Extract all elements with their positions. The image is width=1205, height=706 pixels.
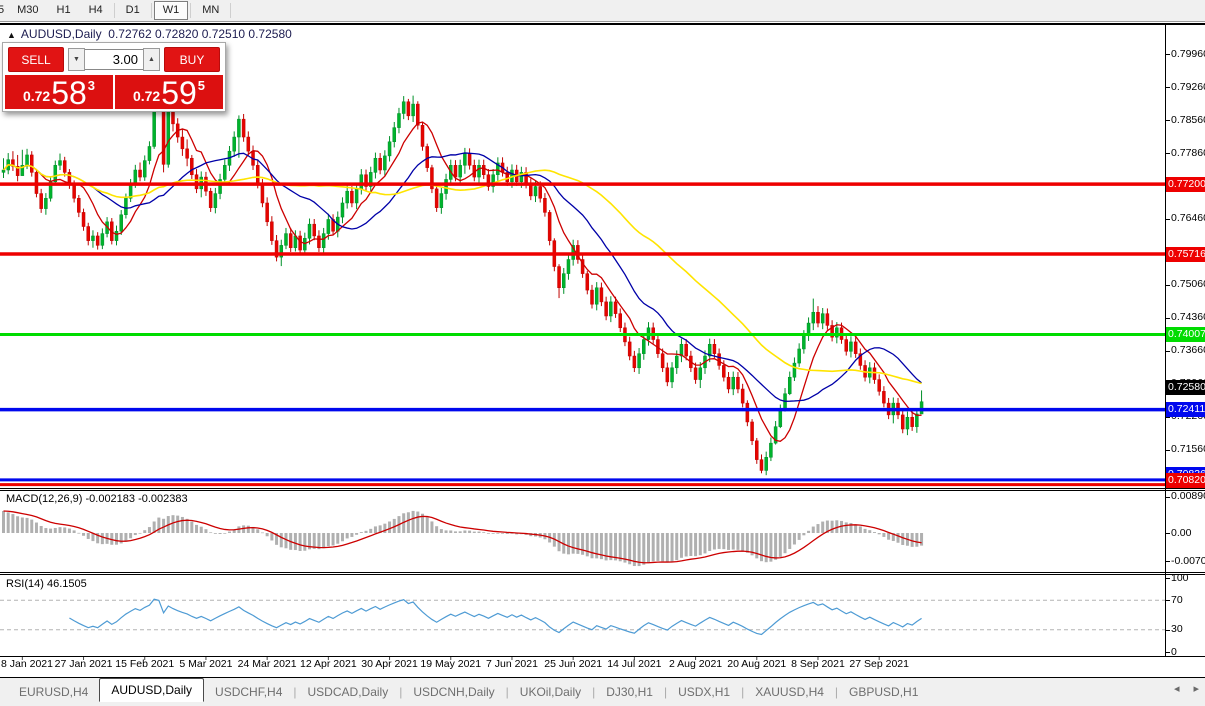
tab-scroll-nav: ◂ ▸ (1174, 684, 1199, 695)
rsi-value: 46.1505 (46, 578, 87, 590)
macd-panel-top-border (0, 490, 1205, 491)
timeframe-button-h1[interactable]: H1 (48, 1, 80, 20)
chart-tab-gbpusd-h1[interactable]: GBPUSD,H1 (838, 682, 929, 702)
timeframe-button-h4[interactable]: H4 (80, 1, 112, 20)
toolbar-separator (190, 3, 192, 18)
timeframe-button-m30[interactable]: M30 (8, 1, 47, 20)
volume-input[interactable] (85, 49, 143, 70)
trading-platform-window: 5 M30 H1 H4 D1 W1 MN ▲ AUDUSD,Daily 0.72762 0.7… (0, 0, 1205, 706)
collapse-panel-icon[interactable]: ▲ (7, 30, 16, 40)
main-chart-bottom-border (0, 488, 1205, 489)
caret-down-icon: ▼ (73, 56, 80, 63)
sell-price-prefix: 0.72 (22, 88, 51, 104)
volume-increase-button[interactable]: ▲ (143, 48, 160, 71)
buy-button[interactable]: BUY (164, 47, 220, 72)
timeframe-toolbar: 5 M30 H1 H4 D1 W1 MN (0, 0, 1205, 22)
chart-tab-xauusd-h4[interactable]: XAUUSD,H4 (744, 682, 835, 702)
chart-tab-usdcnh-daily[interactable]: USDCNH,Daily (402, 682, 505, 702)
buy-price-big-digits: 59 (161, 75, 197, 111)
toolbar-separator (230, 3, 232, 18)
macd-indicator-label: MACD(12,26,9) -0.002183 -0.002383 (6, 493, 188, 505)
tab-scroll-right-icon[interactable]: ▸ (1193, 684, 1199, 695)
chart-tab-eurusd-h4[interactable]: EURUSD,H4 (8, 682, 99, 702)
timeframe-button-w1[interactable]: W1 (153, 1, 189, 20)
chart-top-border (0, 23, 1205, 25)
toolbar-separator (150, 3, 152, 18)
price-axis-line (1165, 23, 1166, 657)
caret-up-icon: ▲ (148, 56, 155, 63)
chart-ohlc-values: 0.72762 0.72820 0.72510 0.72580 (108, 27, 292, 41)
chart-symbol-title: AUDUSD,Daily (20, 27, 102, 41)
one-click-trading-panel: SELL ▼ ▲ BUY 0.72 58 3 0.72 59 5 (2, 42, 226, 112)
tab-scroll-left-icon[interactable]: ◂ (1174, 684, 1180, 695)
rsi-panel-bottom-border (0, 656, 1205, 657)
macd-panel-bottom-border (0, 572, 1205, 573)
timeframe-button-d1[interactable]: D1 (117, 1, 149, 20)
macd-name: MACD(12,26,9) (6, 493, 83, 505)
sell-price-big-digits: 58 (51, 75, 87, 111)
buy-price-button[interactable]: 0.72 59 5 (115, 75, 223, 109)
chart-tab-usdx-h1[interactable]: USDX,H1 (667, 682, 741, 702)
toolbar-separator (113, 3, 115, 18)
sell-price-pip-digit: 3 (87, 78, 96, 93)
chart-tab-ukoil-daily[interactable]: UKOil,Daily (509, 682, 592, 702)
volume-decrease-button[interactable]: ▼ (68, 48, 85, 71)
chart-tab-dj30-h1[interactable]: DJ30,H1 (595, 682, 664, 702)
macd-values: -0.002183 -0.002383 (85, 493, 188, 505)
sell-price-button[interactable]: 0.72 58 3 (5, 75, 113, 109)
rsi-panel-top-border (0, 574, 1205, 575)
chart-tab-bar: EURUSD,H4 AUDUSD,Daily USDCHF,H4 | USDCAD,Da… (0, 678, 1205, 706)
chart-header: ▲ AUDUSD,Daily 0.72762 0.72820 0.72510 0.… (7, 27, 292, 41)
buy-price-prefix: 0.72 (132, 88, 161, 104)
chart-tab-usdcad-daily[interactable]: USDCAD,Daily (297, 682, 400, 702)
timeframe-button-5[interactable]: 5 (0, 1, 8, 20)
rsi-name: RSI(14) (6, 578, 44, 590)
sell-button[interactable]: SELL (8, 47, 64, 72)
buy-price-pip-digit: 5 (197, 78, 206, 93)
timeframe-button-mn[interactable]: MN (193, 1, 228, 20)
volume-stepper: ▼ ▲ (68, 48, 160, 71)
rsi-indicator-label: RSI(14) 46.1505 (6, 578, 87, 590)
chart-tab-usdchf-h4[interactable]: USDCHF,H4 (204, 682, 293, 702)
chart-tab-audusd-daily[interactable]: AUDUSD,Daily (99, 678, 205, 702)
